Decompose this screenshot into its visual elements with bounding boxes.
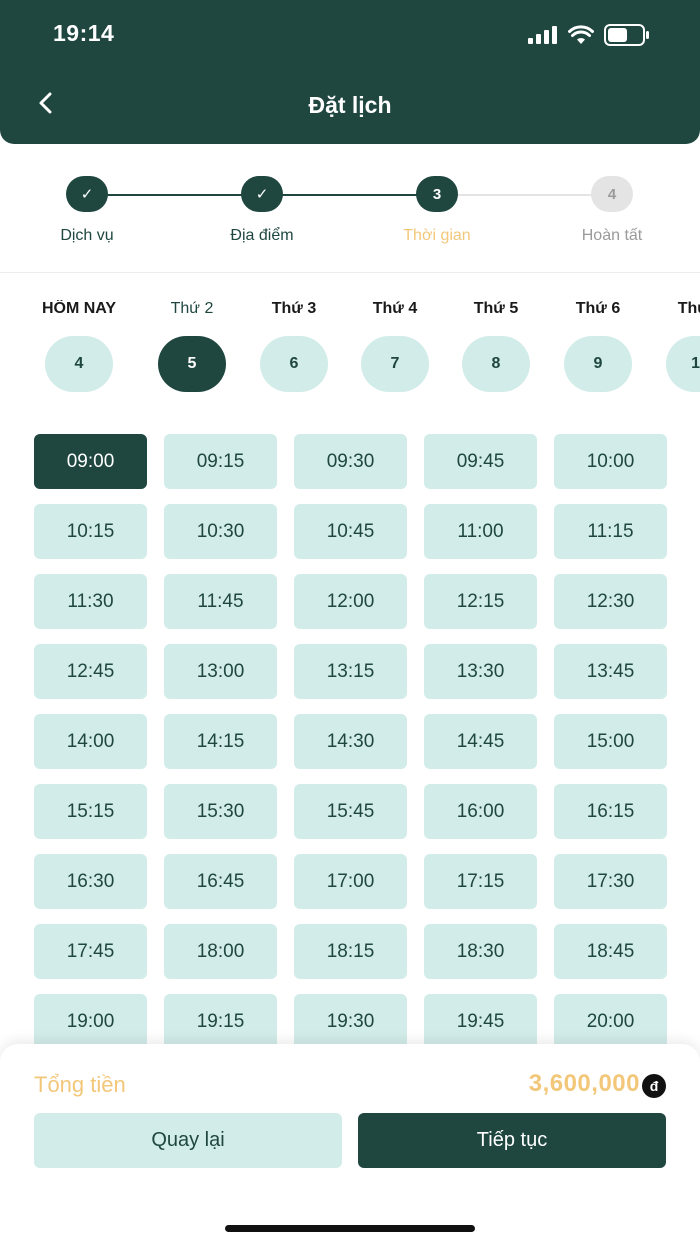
wifi-icon [568,25,594,50]
time-slot[interactable]: 10:00 [554,434,667,489]
time-slot[interactable]: 19:00 [34,994,147,1049]
step-number: 3 [416,176,458,212]
step-time: 3 Thời gian [367,176,507,245]
time-slot[interactable]: 11:00 [424,504,537,559]
check-icon: ✓ [241,176,283,212]
day-name: Thứ 5 [473,300,519,317]
time-slot[interactable]: 13:15 [294,644,407,699]
currency-icon: đ [642,1074,666,1098]
time-slot[interactable]: 19:15 [164,994,277,1049]
total-amount: 3,600,000 [528,1070,640,1097]
step-location: ✓ Địa điểm [192,176,332,245]
step-label: Hoàn tất [581,227,643,244]
day-item[interactable]: Thứ 6 9 [543,300,653,392]
day-item[interactable]: HÔM NAY 4 [24,300,134,392]
time-slot[interactable]: 12:00 [294,574,407,629]
time-slot[interactable]: 11:15 [554,504,667,559]
time-slot[interactable]: 10:15 [34,504,147,559]
day-item[interactable]: Thứ 5 8 [441,300,551,392]
time-slot[interactable]: 13:00 [164,644,277,699]
time-slot[interactable]: 13:30 [424,644,537,699]
time-slot[interactable]: 10:30 [164,504,277,559]
booking-stepper: ✓ Dịch vụ ✓ Địa điểm 3 Thời gian 4 Hoàn … [0,176,700,266]
day-date: 7 [361,336,429,392]
day-date: 6 [260,336,328,392]
day-date: 10 [666,336,700,392]
back-step-button[interactable]: Quay lại [34,1113,342,1168]
time-slot[interactable]: 16:00 [424,784,537,839]
day-item[interactable]: Thứ 3 6 [239,300,349,392]
step-service: ✓ Dịch vụ [17,176,157,245]
day-date: 9 [564,336,632,392]
time-slot[interactable]: 18:00 [164,924,277,979]
time-slot[interactable]: 14:00 [34,714,147,769]
time-slot[interactable]: 11:30 [34,574,147,629]
app-header: 19:14 Đặt lịch [0,0,700,144]
day-name: Thứ 4 [372,300,418,317]
time-slot[interactable]: 13:45 [554,644,667,699]
time-slot[interactable]: 17:00 [294,854,407,909]
continue-button[interactable]: Tiếp tục [358,1113,666,1168]
time-slot[interactable]: 18:45 [554,924,667,979]
time-slot[interactable]: 15:45 [294,784,407,839]
day-name: Thứ 7 [677,300,700,317]
time-slot[interactable]: 16:15 [554,784,667,839]
time-slot[interactable]: 20:00 [554,994,667,1049]
time-slot[interactable]: 10:45 [294,504,407,559]
time-slot[interactable]: 19:30 [294,994,407,1049]
time-slot[interactable]: 18:30 [424,924,537,979]
time-slot[interactable]: 15:15 [34,784,147,839]
time-slot[interactable]: 17:30 [554,854,667,909]
time-slot[interactable]: 09:45 [424,434,537,489]
time-slot[interactable]: 19:45 [424,994,537,1049]
signal-icon [528,26,558,49]
day-date: 5 [158,336,226,392]
day-item[interactable]: Thứ 7 10 [645,300,700,392]
time-slot[interactable]: 09:30 [294,434,407,489]
time-slot[interactable]: 15:00 [554,714,667,769]
battery-icon [604,24,650,51]
step-complete: 4 Hoàn tất [542,176,682,245]
day-item-selected[interactable]: Thứ 2 5 [137,300,247,392]
bottom-sheet: Tổng tiền 3,600,000 đ Quay lại Tiếp tục [0,1044,700,1244]
time-slot-grid: 09:00 09:15 09:30 09:45 10:00 10:15 10:30 10:45… [34,434,667,1049]
time-slot[interactable]: 18:15 [294,924,407,979]
time-slot[interactable]: 12:30 [554,574,667,629]
time-slot[interactable]: 16:45 [164,854,277,909]
step-number: 4 [591,176,633,212]
day-name: Thứ 6 [575,300,621,317]
day-date: 4 [45,336,113,392]
time-slot[interactable]: 09:15 [164,434,277,489]
time-slot[interactable]: 16:30 [34,854,147,909]
day-name: HÔM NAY [41,300,117,317]
time-slot[interactable]: 15:30 [164,784,277,839]
step-label: Địa điểm [230,227,294,244]
day-name: Thứ 3 [271,300,317,317]
step-label: Thời gian [403,227,471,244]
step-label: Dịch vụ [60,227,114,244]
time-slot[interactable]: 12:45 [34,644,147,699]
day-name: Thứ 2 [170,300,214,317]
day-selector: HÔM NAY 4 Thứ 2 5 Thứ 3 6 Thứ 4 7 Thứ 5 … [0,300,700,400]
time-slot[interactable]: 17:15 [424,854,537,909]
time-slot[interactable]: 17:45 [34,924,147,979]
status-time: 19:14 [53,20,115,46]
status-icons [528,24,650,51]
page-title: Đặt lịch [308,92,392,118]
time-slot[interactable]: 14:15 [164,714,277,769]
time-slot[interactable]: 11:45 [164,574,277,629]
day-item[interactable]: Thứ 4 7 [340,300,450,392]
time-slot[interactable]: 14:45 [424,714,537,769]
time-slot[interactable]: 14:30 [294,714,407,769]
home-indicator [225,1225,475,1232]
day-date: 8 [462,336,530,392]
divider [0,272,700,273]
check-icon: ✓ [66,176,108,212]
time-slot-selected[interactable]: 09:00 [34,434,147,489]
time-slot[interactable]: 12:15 [424,574,537,629]
total-label: Tổng tiền [34,1072,126,1097]
